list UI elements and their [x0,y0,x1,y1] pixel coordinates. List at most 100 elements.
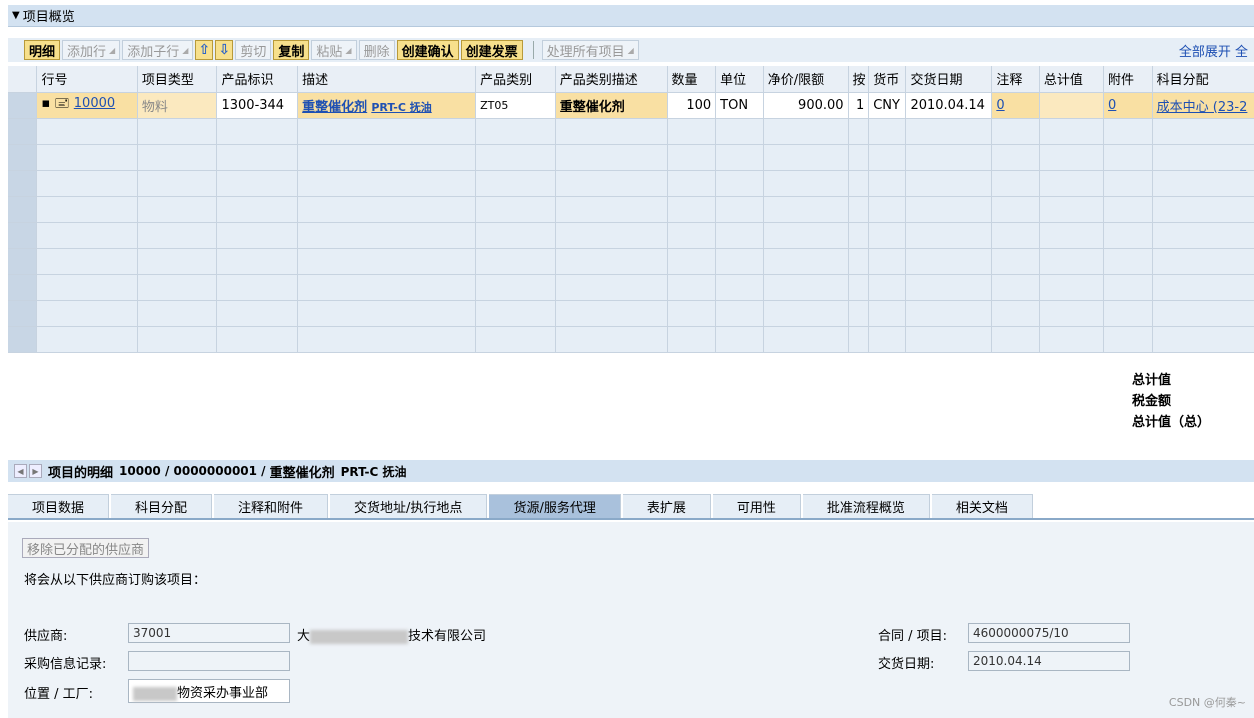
item-icon: 🖃 [54,96,70,111]
cell-description[interactable]: 重整催化剂 PRT-C 抚油 [297,92,477,119]
dropdown-icon: ◢ [182,45,189,55]
tab-table-extension[interactable]: 表扩展 [622,494,711,518]
add-row-button[interactable]: 添加行 ◢ [62,40,121,60]
empty-row[interactable] [8,248,1254,275]
empty-row[interactable] [8,274,1254,301]
gross-total-label: 总计值（总） [1132,415,1211,430]
cell-line-no[interactable]: ▪ 🖃 10000 [36,92,138,119]
empty-row[interactable] [8,144,1254,171]
col-header-price[interactable]: 净价/限额 [763,66,849,93]
empty-row[interactable] [8,300,1254,327]
line-no-link[interactable]: 10000 [74,96,115,111]
create-confirm-button[interactable]: 创建确认 [396,40,459,60]
tab-delivery-address[interactable]: 交货地址/执行地点 [330,494,488,518]
col-header-delivery-date[interactable]: 交货日期 [905,66,993,93]
supplier-field[interactable]: 37001 [128,623,290,643]
delivery-date-field[interactable]: 2010.04.14 [968,651,1130,671]
detail-desc: 重整催化剂 [269,465,335,481]
cell-attachments[interactable]: 0 [1103,92,1153,119]
cut-button[interactable]: 剪切 [235,40,272,60]
col-header-per[interactable]: 按 [848,66,870,93]
tab-notes-attachments[interactable]: 注释和附件 [214,494,329,518]
next-item-icon[interactable]: ▶ [29,464,42,478]
notes-link[interactable]: 0 [996,98,1004,113]
tab-approval-overview[interactable]: 批准流程概览 [802,494,930,518]
description-link[interactable]: 重整催化剂 [302,100,367,115]
cell-currency[interactable]: CNY [868,92,907,119]
col-header-item-type[interactable]: 项目类型 [137,66,218,93]
description-sub-link[interactable]: PRT-C 抚油 [371,101,431,114]
col-header-quantity[interactable]: 数量 [667,66,717,93]
cell-item-type: 物料 [137,92,218,119]
contract-field[interactable]: 4600000075/10 [968,623,1130,643]
row-select-header[interactable] [8,66,38,93]
cell-price[interactable]: 900.00 [763,92,849,119]
location-label: 位置 / 工厂: [24,687,94,702]
empty-row[interactable] [8,118,1254,145]
attachments-link[interactable]: 0 [1108,98,1116,113]
info-record-label: 采购信息记录: [24,657,107,672]
col-header-unit[interactable]: 单位 [715,66,764,93]
tab-related-documents[interactable]: 相关文档 [931,494,1033,518]
move-up-icon[interactable]: ⇧ [195,40,214,60]
col-header-description[interactable]: 描述 [297,66,477,93]
tab-item-data[interactable]: 项目数据 [8,494,110,518]
overview-header[interactable]: ▼ 项目概览 [8,5,1254,27]
account-link[interactable]: 成本中心 (23-2 [1157,100,1248,115]
empty-row[interactable] [8,196,1254,223]
bullet-icon: ▪ [41,96,51,111]
detail-header: ◀ ▶ 项目的明细 10000 / 0000000001 / 重整催化剂 PRT… [8,460,1254,482]
dropdown-icon: ◢ [345,45,352,55]
col-header-category-desc[interactable]: 产品类别描述 [555,66,668,93]
add-sub-row-label: 添加子行 [127,44,180,60]
col-header-currency[interactable]: 货币 [868,66,907,93]
table-row[interactable]: ▪ 🖃 10000 物料 1300-344 重整催化剂 PRT-C 抚油 ZT0… [8,92,1254,119]
paste-button[interactable]: 粘贴 ◢ [311,40,357,60]
copy-button[interactable]: 复制 [273,40,310,60]
prev-item-icon[interactable]: ◀ [14,464,27,478]
info-record-field[interactable] [128,651,290,671]
add-sub-row-button[interactable]: 添加子行 ◢ [122,40,194,60]
expand-all-link[interactable]: 全部展开 全 [1179,41,1248,60]
detail-title: 项目的明细 [48,465,114,481]
empty-row[interactable] [8,326,1254,353]
col-header-category[interactable]: 产品类别 [475,66,556,93]
col-header-line-no[interactable]: 行号 [36,66,138,93]
cell-category[interactable]: ZT05 [475,92,556,119]
col-header-total[interactable]: 总计值 [1039,66,1105,93]
remove-supplier-button[interactable]: 移除已分配的供应商 [22,538,150,558]
row-selector[interactable] [8,92,38,119]
source-panel: 移除已分配的供应商 将会从以下供应商订购该项目： 供应商: 37001 大 技术有… [8,522,1254,718]
details-button[interactable]: 明细 [24,40,61,60]
col-header-attachments[interactable]: 附件 [1103,66,1153,93]
cell-account[interactable]: 成本中心 (23-2 [1152,92,1254,119]
delete-button[interactable]: 删除 [358,40,395,60]
empty-row[interactable] [8,170,1254,197]
add-row-label: 添加行 [67,44,107,60]
tab-source-of-supply[interactable]: 货源/服务代理 [489,494,621,518]
collapse-triangle-icon[interactable]: ▼ [12,10,20,21]
watermark: CSDN @何秦~ [1168,696,1246,709]
col-header-account[interactable]: 科目分配 [1152,66,1254,93]
create-invoice-button[interactable]: 创建发票 [460,40,523,60]
toolbar-separator [532,41,534,59]
redacted-block [133,686,177,701]
dropdown-icon: ◢ [109,45,116,55]
col-header-notes[interactable]: 注释 [991,66,1040,93]
process-all-button[interactable]: 处理所有项目 ◢ [541,40,639,60]
process-all-label: 处理所有项目 [546,44,625,60]
move-down-icon[interactable]: ⇩ [215,40,234,60]
location-field[interactable]: 物资采办事业部 [128,679,290,703]
cell-per[interactable]: 1 [848,92,870,119]
col-header-product-id[interactable]: 产品标识 [216,66,299,93]
cell-delivery-date[interactable]: 2010.04.14 [905,92,993,119]
cell-quantity[interactable]: 100 [667,92,717,119]
tab-account-assignment[interactable]: 科目分配 [111,494,213,518]
empty-row[interactable] [8,222,1254,249]
tab-availability[interactable]: 可用性 [712,494,801,518]
cell-product-id[interactable]: 1300-344 [216,92,299,119]
cell-unit[interactable]: TON [715,92,764,119]
redacted-block [310,629,409,644]
cell-notes[interactable]: 0 [991,92,1040,119]
cell-total [1039,92,1105,119]
